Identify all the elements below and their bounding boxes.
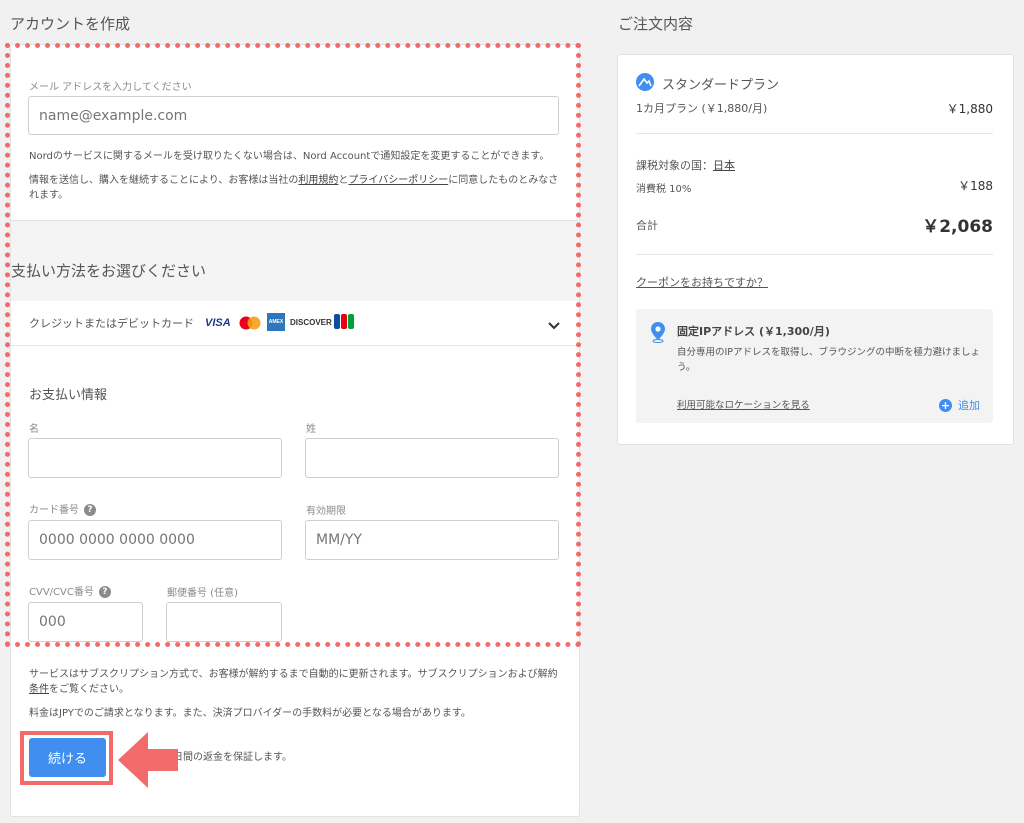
plus-icon: + [939, 398, 952, 412]
terms-text-mid: と [338, 175, 349, 186]
addon-description: 自分専用のIPアドレスを取得し、ブラウジングの中断を極力避けましょう。 [677, 347, 981, 373]
zip-label: 郵便番号 (任意) [167, 588, 238, 599]
terms-text-pre: 情報を送信し、購入を継続することにより、お客様は当社の [29, 175, 299, 186]
card-number-label: カード番号? [29, 501, 96, 516]
privacy-link[interactable]: プライバシーポリシー [348, 175, 448, 186]
help-icon[interactable]: ? [84, 504, 96, 516]
tax-country-link[interactable]: 日本 [713, 159, 735, 172]
fee-notice: 料金はJPYでのご請求となります。また、決済プロバイダーの手数料が必要となる場合… [29, 708, 471, 719]
cvv-label-text: CVV/CVC番号 [29, 587, 94, 598]
cvv-input[interactable] [28, 602, 143, 642]
subscription-notice-text: サービスはサブスクリプション方式で、お客様が解約するまで自動的に更新されます。サ… [29, 669, 558, 680]
tax-label: 消費税 10% [636, 184, 692, 195]
cvv-label: CVV/CVC番号? [29, 583, 111, 598]
plan-name: スタンダードプラン [662, 78, 780, 93]
email-label: メール アドレスを入力してください [29, 82, 192, 93]
addon-add-button[interactable]: + 追加 [939, 398, 980, 412]
addon-locations-link[interactable]: 利用可能なロケーションを見る [677, 397, 810, 411]
zip-input[interactable] [166, 602, 282, 642]
terms-notice: 情報を送信し、購入を継続することにより、お客様は当社の利用規約とプライバシーポリ… [29, 173, 559, 203]
tax-country: 課税対象の国：日本 [636, 157, 735, 173]
total-amount: ￥2,068 [922, 217, 993, 237]
payment-method-row[interactable]: クレジットまたはデビットカード VISA AMEX DISCOVER [11, 301, 578, 346]
amex-icon: AMEX [267, 313, 285, 331]
expiry-input[interactable] [305, 520, 559, 560]
help-icon[interactable]: ? [98, 586, 111, 598]
first-name-label: 名 [29, 424, 39, 435]
tax-amount: ￥188 [958, 179, 993, 193]
plan-icon [636, 73, 654, 91]
account-title: アカウントを作成 [10, 15, 131, 33]
last-name-label: 姓 [306, 424, 316, 435]
discover-icon: DISCOVER [290, 318, 332, 327]
addon-add-label: 追加 [958, 399, 980, 412]
visa-icon: VISA [205, 317, 231, 329]
last-name-input[interactable] [305, 438, 559, 478]
addon-title: 固定IPアドレス (￥1,300/月) [677, 325, 830, 338]
chevron-down-icon[interactable] [548, 316, 560, 330]
plan-price: ￥1,880 [946, 102, 993, 116]
subscription-notice-post: をご覧ください。 [49, 684, 129, 695]
guarantee-text: 日間の返金を保証します。 [173, 752, 292, 763]
expiry-label: 有効期限 [306, 506, 346, 517]
location-pin-icon [650, 321, 666, 343]
coupon-link[interactable]: クーポンをお持ちですか？ [636, 274, 768, 290]
subscription-notice: サービスはサブスクリプション方式で、お客様が解約するまで自動的に更新されます。サ… [29, 667, 559, 697]
payment-method-label: クレジットまたはデビットカード [29, 317, 194, 330]
tax-country-label: 課税対象の国： [636, 159, 713, 172]
plan-term: 1カ月プラン (￥1,880/月) [636, 102, 768, 115]
first-name-input[interactable] [28, 438, 282, 478]
subscription-terms-link[interactable]: 条件 [29, 684, 49, 695]
divider [636, 133, 993, 134]
divider [636, 254, 993, 255]
billing-title: お支払い情報 [29, 388, 108, 403]
mastercard-icon [238, 315, 262, 330]
email-notice: Nordのサービスに関するメールを受け取りたくない場合は、Nord Accoun… [29, 151, 550, 162]
continue-button[interactable]: 続ける [29, 738, 106, 777]
total-label: 合計 [636, 219, 658, 232]
card-number-input[interactable] [28, 520, 282, 560]
annotation-arrow [116, 730, 180, 790]
email-input[interactable] [28, 96, 559, 135]
payment-title: 支払い方法をお選びください [11, 262, 207, 280]
jcb-icon [334, 314, 354, 329]
card-number-label-text: カード番号 [29, 505, 79, 516]
order-title: ご注文内容 [618, 15, 694, 33]
terms-link[interactable]: 利用規約 [298, 175, 338, 186]
